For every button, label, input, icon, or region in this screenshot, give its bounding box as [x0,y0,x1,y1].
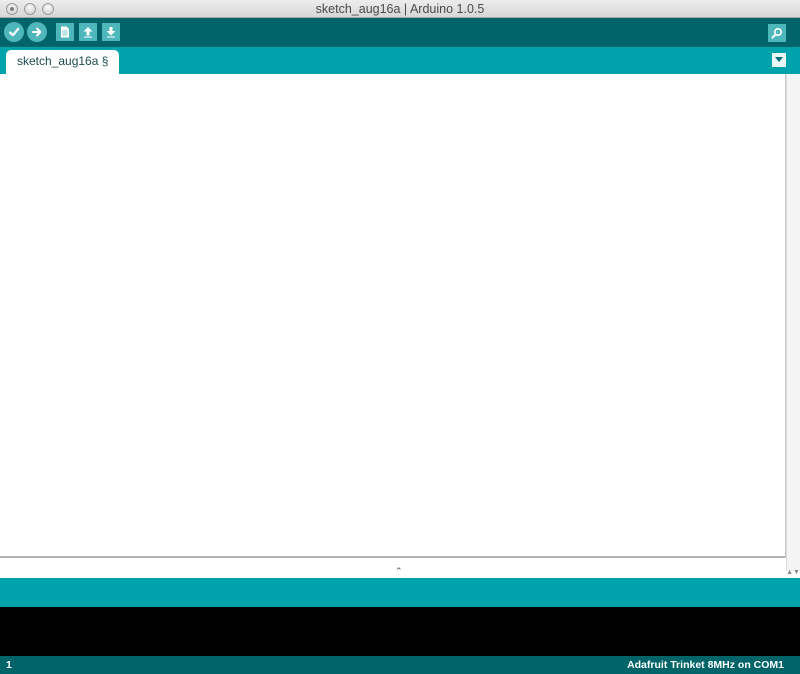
document-icon [61,26,69,38]
arrow-down-icon [106,27,116,38]
code-editor[interactable] [0,74,786,558]
upload-button[interactable] [27,22,47,42]
line-number: 1 [6,659,12,671]
window-titlebar: sketch_aug16a | Arduino 1.0.5 [0,0,800,18]
arrow-right-icon [32,27,42,37]
open-button[interactable] [79,23,97,41]
scroll-arrows-icon[interactable]: ▲▼ [786,568,800,578]
tab-sketch-aug16a[interactable]: sketch_aug16a § [6,50,120,74]
tab-menu-button[interactable] [772,53,786,67]
verify-button[interactable] [4,22,24,42]
triangle-down-icon [775,57,783,62]
split-divider-handle[interactable]: ⌃ [395,567,403,576]
toolbar [0,18,800,47]
tabs-bar: sketch_aug16a § [0,47,800,74]
check-icon [8,27,20,37]
new-button[interactable] [56,23,74,41]
console-output[interactable] [0,607,800,656]
window-title: sketch_aug16a | Arduino 1.0.5 [315,2,485,16]
save-button[interactable] [102,23,120,41]
editor-vertical-scrollbar[interactable] [786,74,800,571]
magnifier-icon [771,27,783,39]
serial-monitor-button[interactable] [768,24,786,42]
board-port-label: Adafruit Trinket 8MHz on COM1 [627,659,784,671]
status-bar: 1 Adafruit Trinket 8MHz on COM1 [0,656,800,674]
message-area [0,578,800,607]
editor-bottom-strip [0,558,786,578]
arrow-up-icon [83,27,93,38]
